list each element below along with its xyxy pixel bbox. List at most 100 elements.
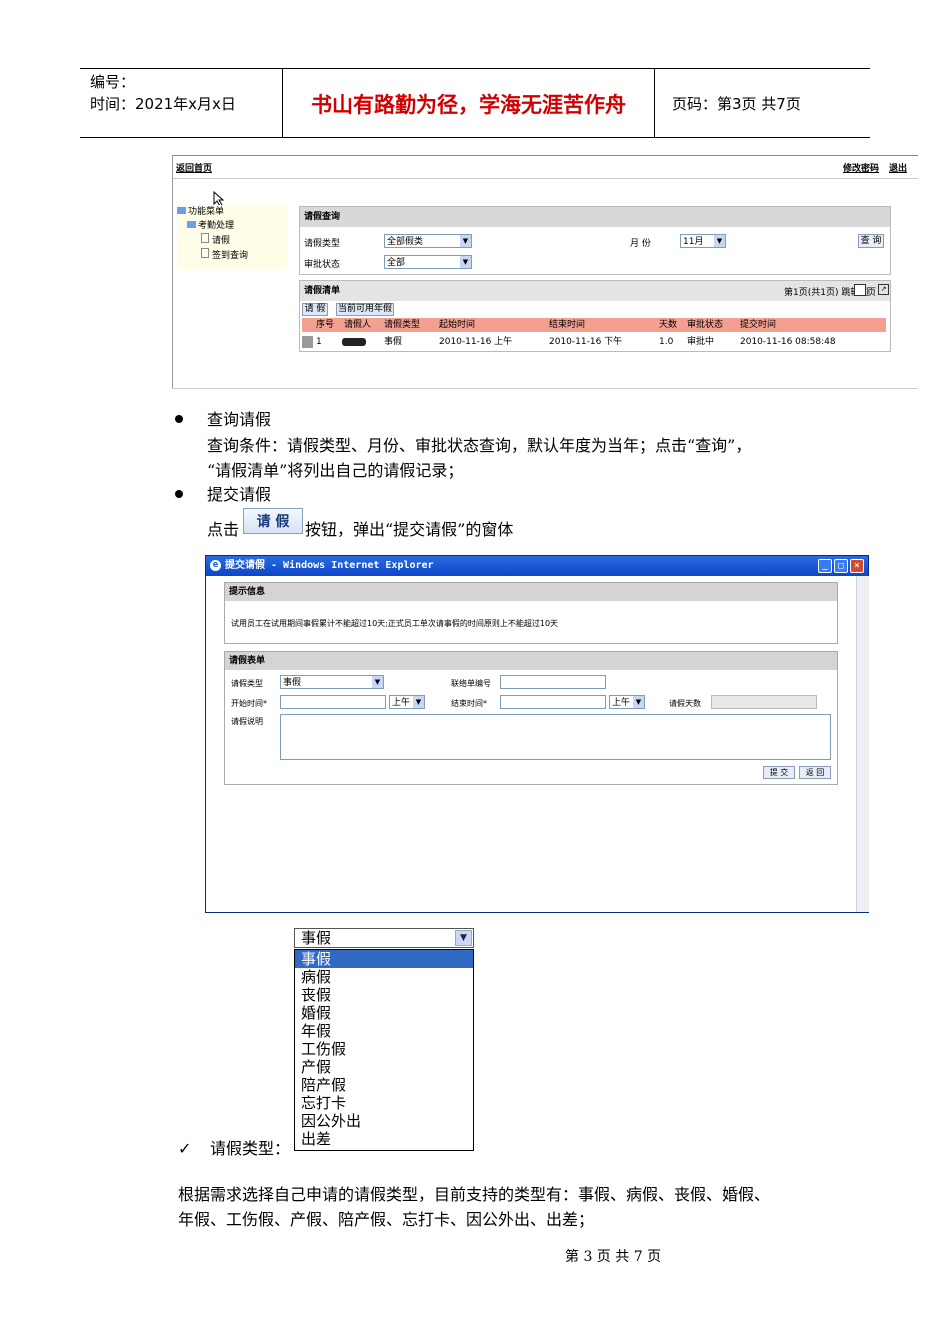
logout-link[interactable]: 退出 xyxy=(889,161,907,174)
dropdown-box[interactable]: 事假 ▼ xyxy=(294,928,474,948)
table-row[interactable]: 1 事假 2010-11-16 上午 2010-11-16 下午 1.0 审批中… xyxy=(302,334,886,350)
dropdown-option[interactable]: 产假 xyxy=(295,1058,473,1076)
leave-list-panel: 请假清单 第1页(共1页) 跳转到 页 ↗ 请 假 当前可用年假 序号 请假人 … xyxy=(299,280,891,352)
dropdown-options: 事假 病假 丧假 婚假 年假 工伤假 产假 陪产假 忘打卡 因公外出 出差 xyxy=(294,949,474,1151)
change-password-link[interactable]: 修改密码 xyxy=(843,161,879,174)
document-header: 编号： 时间：2021年x月x日 书山有路勤为径，学海无涯苦作舟 页码：第3页 … xyxy=(80,68,870,138)
cell: 审批中 xyxy=(687,337,715,347)
tree-root[interactable]: 功能菜单 xyxy=(177,205,287,219)
scrollbar[interactable] xyxy=(856,576,869,912)
dropdown-option[interactable]: 事假 xyxy=(295,950,473,968)
checkmark-icon: ✓ xyxy=(178,1139,192,1158)
leave-type-select[interactable]: 全部假类 ▼ xyxy=(384,234,472,248)
bullet-icon xyxy=(175,490,183,498)
tab-annual-leave[interactable]: 当前可用年假 xyxy=(336,303,394,316)
bullet-icon xyxy=(175,415,183,423)
chevron-down-icon: ▼ xyxy=(714,235,725,247)
start-label: 开始时间* xyxy=(231,699,267,708)
document-icon xyxy=(201,248,209,258)
folder-icon xyxy=(177,207,186,214)
window-title: 提交请假 - Windows Internet Explorer xyxy=(225,560,434,571)
cell: 1.0 xyxy=(659,337,674,347)
cell: 1 xyxy=(316,337,322,347)
folder-icon xyxy=(187,221,196,228)
section-heading-query: 查询请假 xyxy=(207,410,272,429)
cell: 事假 xyxy=(384,337,403,347)
end-half-select[interactable]: 上午 ▼ xyxy=(609,695,645,709)
contact-label: 联络单编号 xyxy=(451,679,491,688)
col-header: 天数 xyxy=(659,320,678,330)
leave-system-screenshot: 返回首页 修改密码 退出 功能菜单 考勤处理 请假 签到查询 请假查询 请假类型… xyxy=(172,155,918,389)
query-desc-line2: “请假清单”将列出自己的请假记录； xyxy=(207,461,464,480)
col-header: 提交时间 xyxy=(740,320,777,330)
status-label: 审批状态 xyxy=(304,260,341,270)
grid-header: 序号 请假人 请假类型 起始时间 结束时间 天数 审批状态 提交时间 xyxy=(302,318,886,332)
leave-type-dropdown: 事假 ▼ 事假 病假 丧假 婚假 年假 工伤假 产假 陪产假 忘打卡 因公外出 … xyxy=(294,928,476,1152)
description-textarea[interactable] xyxy=(280,714,831,760)
dropdown-option[interactable]: 病假 xyxy=(295,968,473,986)
header-page-number: 页码：第3页 共7页 xyxy=(672,95,801,113)
status-select[interactable]: 全部 ▼ xyxy=(384,255,472,269)
maximize-icon[interactable]: □ xyxy=(834,559,848,573)
leave-type-select[interactable]: 事假 ▼ xyxy=(280,675,384,689)
end-date-input[interactable] xyxy=(500,695,606,709)
dropdown-option[interactable]: 陪产假 xyxy=(295,1076,473,1094)
back-button[interactable]: 返 回 xyxy=(799,766,831,779)
back-home-link[interactable]: 返回首页 xyxy=(176,161,212,174)
dropdown-option[interactable]: 年假 xyxy=(295,1022,473,1040)
chevron-down-icon: ▼ xyxy=(460,235,471,247)
type-label: 请假类型 xyxy=(304,239,341,249)
click-prefix: 点击 xyxy=(207,520,240,539)
document-icon xyxy=(201,233,209,243)
serial-label: 编号： xyxy=(90,73,136,91)
panel-title: 请假查询 xyxy=(300,207,890,227)
cell: 2010-11-16 08:58:48 xyxy=(740,337,836,347)
leave-form-panel: 请假表单 请假类型 事假 ▼ 联络单编号 开始时间* 上午 ▼ 结束时间* 上午 ▼ … xyxy=(224,651,838,785)
dropdown-option[interactable]: 忘打卡 xyxy=(295,1094,473,1112)
header-meta: 编号： 时间：2021年x月x日 xyxy=(80,69,283,137)
query-button[interactable]: 查 询 xyxy=(858,234,884,248)
submit-leave-window: e 提交请假 - Windows Internet Explorer _ □ ×… xyxy=(205,555,869,913)
chevron-down-icon[interactable]: ▼ xyxy=(455,930,472,946)
notice-panel: 提示信息 试用员工在试用期间事假累计不能超过10天;正式员工单次请事假的时间原则… xyxy=(224,582,838,644)
dropdown-option[interactable]: 因公外出 xyxy=(295,1112,473,1130)
window-titlebar: e 提交请假 - Windows Internet Explorer _ □ × xyxy=(206,556,868,576)
cell: 2010-11-16 上午 xyxy=(439,337,513,347)
col-header: 起始时间 xyxy=(439,320,476,330)
chevron-down-icon: ▼ xyxy=(633,696,644,708)
start-half-select[interactable]: 上午 ▼ xyxy=(389,695,425,709)
days-field xyxy=(711,695,817,709)
contact-number-input[interactable] xyxy=(500,675,606,689)
function-menu-tree: 功能菜单 考勤处理 请假 签到查询 xyxy=(177,205,287,269)
ie-logo-icon: e xyxy=(210,560,221,571)
close-icon[interactable]: × xyxy=(850,559,864,573)
date-label: 时间：2021年x月x日 xyxy=(90,95,236,113)
start-date-input[interactable] xyxy=(280,695,386,709)
dropdown-option[interactable]: 丧假 xyxy=(295,986,473,1004)
leave-types-para-line2: 年假、工伤假、产假、陪产假、忘打卡、因公外出、出差； xyxy=(178,1210,595,1229)
month-select[interactable]: 11月 ▼ xyxy=(680,234,726,248)
tree-group[interactable]: 考勤处理 xyxy=(177,219,287,233)
click-suffix: 按钮，弹出“提交请假”的窗体 xyxy=(305,520,514,539)
dropdown-option[interactable]: 出差 xyxy=(295,1130,473,1148)
type-label: 请假类型 xyxy=(231,679,263,688)
form-title: 请假表单 xyxy=(225,652,837,670)
col-header: 请假人 xyxy=(344,320,372,330)
go-icon[interactable]: ↗ xyxy=(878,284,889,295)
tree-leaf-signin[interactable]: 签到查询 xyxy=(177,248,287,263)
dropdown-option[interactable]: 工伤假 xyxy=(295,1040,473,1058)
tab-leave[interactable]: 请 假 xyxy=(302,303,328,316)
top-nav-bar: 返回首页 修改密码 退出 xyxy=(173,155,918,179)
leave-button-image: 请 假 xyxy=(243,508,303,534)
submit-button[interactable]: 提 交 xyxy=(763,766,795,779)
minimize-icon[interactable]: _ xyxy=(818,559,832,573)
page-jump-input[interactable] xyxy=(854,284,866,296)
row-select-box[interactable] xyxy=(302,336,313,348)
dropdown-selected: 事假 xyxy=(301,929,332,947)
month-label: 月 份 xyxy=(630,239,651,249)
query-desc-line1: 查询条件：请假类型、月份、审批状态查询，默认年度为当年；点击“查询”， xyxy=(207,436,752,455)
dropdown-option[interactable]: 婚假 xyxy=(295,1004,473,1022)
tree-leaf-leave[interactable]: 请假 xyxy=(177,233,287,248)
notice-text: 试用员工在试用期间事假累计不能超过10天;正式员工单次请事假的时间原则上不能超过… xyxy=(231,619,559,628)
days-label: 请假天数 xyxy=(669,699,701,708)
